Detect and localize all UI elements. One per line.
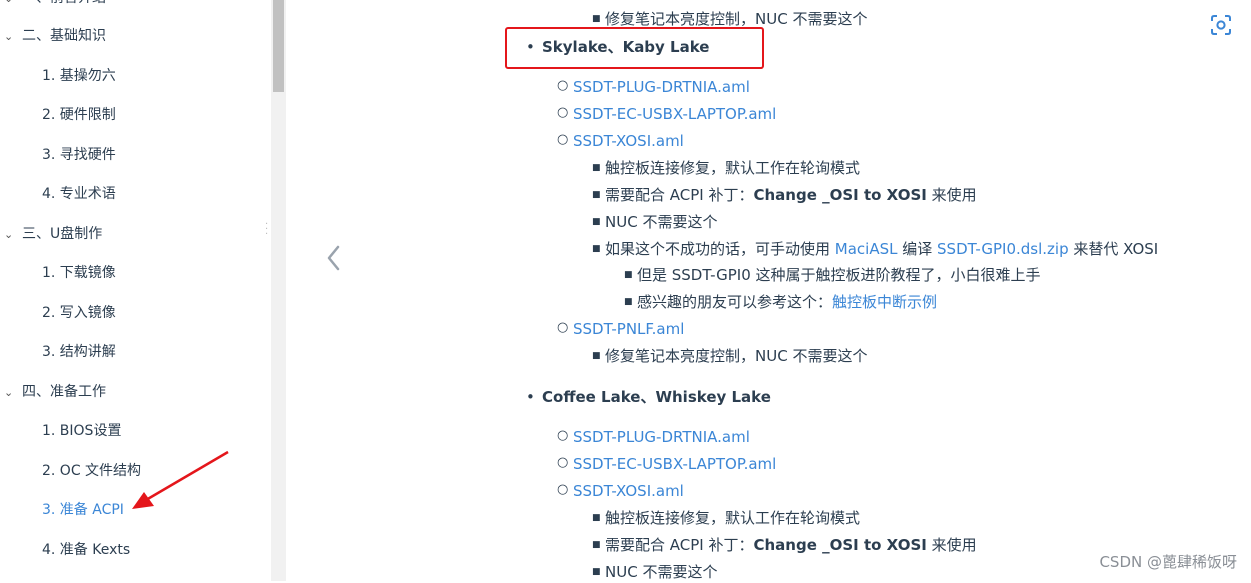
- list-item: ○ SSDT-XOSI.aml: [557, 132, 684, 150]
- list-item: ○ SSDT-XOSI.aml: [557, 482, 684, 500]
- section-heading-coffee-lake: • Coffee Lake、Whiskey Lake: [526, 388, 771, 406]
- sidebar-item-10[interactable]: ⌄ 四、准备工作: [0, 382, 271, 403]
- link-ssdt-ec-usbx[interactable]: SSDT-EC-USBX-LAPTOP.aml: [573, 105, 776, 123]
- list-item: ■ 感兴趣的朋友可以参考这个：触控板中断示例: [624, 293, 938, 311]
- link-ssdt-xosi-2[interactable]: SSDT-XOSI.aml: [573, 482, 684, 500]
- sidebar-item-1[interactable]: ⌄ 二、基础知识: [0, 26, 271, 47]
- list-item: ■ 触控板连接修复，默认工作在轮询模式: [592, 509, 861, 527]
- chevron-down-icon[interactable]: ⌄: [4, 383, 18, 403]
- list-item: ■ 但是 SSDT-GPI0 这种属于触控板进阶教程了，小白很难上手: [624, 266, 1041, 284]
- link-ssdt-xosi[interactable]: SSDT-XOSI.aml: [573, 132, 684, 150]
- sidebar-scrollbar-thumb[interactable]: [273, 0, 284, 92]
- sidebar-item-label: 1. 基操勿六: [42, 68, 116, 84]
- list-item: ■ NUC 不需要这个: [592, 563, 718, 581]
- list-item: ○ SSDT-EC-USBX-LAPTOP.aml: [557, 105, 777, 123]
- sidebar-item-label: 3. 寻找硬件: [42, 147, 116, 163]
- sidebar-item-label: 四、准备工作: [22, 384, 106, 400]
- link-maciasl[interactable]: MaciASL: [835, 240, 898, 258]
- sidebar-item-6[interactable]: ⌄ 三、U盘制作: [0, 224, 271, 245]
- sidebar-item-label: 4. 专业术语: [42, 186, 116, 202]
- sidebar-item-8[interactable]: 2. 写入镜像: [0, 303, 271, 323]
- focus-scan-icon: [1211, 15, 1231, 35]
- focus-scan-button[interactable]: [1210, 14, 1232, 36]
- link-ssdt-gpi0-zip[interactable]: SSDT-GPI0.dsl.zip: [937, 240, 1069, 258]
- sidebar-item-4[interactable]: 3. 寻找硬件: [0, 145, 271, 165]
- link-touchpad-interrupt-example[interactable]: 触控板中断示例: [832, 293, 937, 311]
- chevron-left-icon: [327, 245, 340, 271]
- sidebar-item-0[interactable]: ⌄ 一、前言介绍: [0, 0, 271, 9]
- annotation-arrow-icon: [132, 450, 229, 509]
- sidebar-item-3[interactable]: 2. 硬件限制: [0, 105, 271, 125]
- sidebar-item-7[interactable]: 1. 下载镜像: [0, 263, 271, 283]
- sidebar-item-label: 一、前言介绍: [22, 0, 106, 6]
- list-item: ○ SSDT-PNLF.aml: [557, 320, 685, 338]
- annotation-highlight-box: [505, 27, 764, 69]
- sidebar-item-label: 2. 硬件限制: [42, 107, 116, 123]
- list-item: ■ 需要配合 ACPI 补丁：Change _OSI to XOSI 来使用: [592, 186, 977, 204]
- link-ssdt-plug[interactable]: SSDT-PLUG-DRTNIA.aml: [573, 78, 750, 96]
- sidebar-item-label: 三、U盘制作: [22, 226, 103, 242]
- link-ssdt-pnlf[interactable]: SSDT-PNLF.aml: [573, 320, 684, 338]
- sidebar-item-label: 3. 准备 ACPI: [42, 502, 124, 518]
- sidebar-item-11[interactable]: 1. BIOS设置: [0, 421, 271, 441]
- list-item: ■ 触控板连接修复，默认工作在轮询模式: [592, 159, 861, 177]
- watermark: CSDN @蓖肆稀饭呀: [1099, 553, 1237, 571]
- list-item: ■ 如果这个不成功的话，可手动使用 MaciASL 编译 SSDT-GPI0.ds…: [592, 240, 1159, 258]
- list-item: ■ NUC 不需要这个: [592, 213, 718, 231]
- sidebar-resize-grip-icon[interactable]: · · ·: [265, 220, 268, 240]
- chevron-down-icon[interactable]: ⌄: [4, 0, 18, 9]
- link-ssdt-plug-2[interactable]: SSDT-PLUG-DRTNIA.aml: [573, 428, 750, 446]
- list-item: ○ SSDT-PLUG-DRTNIA.aml: [557, 428, 750, 446]
- link-ssdt-ec-usbx-2[interactable]: SSDT-EC-USBX-LAPTOP.aml: [573, 455, 776, 473]
- list-item: ■ 修复笔记本亮度控制，NUC 不需要这个: [592, 347, 868, 365]
- sidebar-item-2[interactable]: 1. 基操勿六: [0, 66, 271, 86]
- list-item: ■ 需要配合 ACPI 补丁：Change _OSI to XOSI 来使用: [592, 536, 977, 554]
- sidebar-item-label: 1. 下载镜像: [42, 265, 116, 281]
- sidebar-item-14[interactable]: 4. 准备 Kexts: [0, 540, 271, 560]
- sidebar-item-label: 2. 写入镜像: [42, 305, 116, 321]
- chevron-down-icon[interactable]: ⌄: [4, 27, 18, 47]
- list-item: ○ SSDT-PLUG-DRTNIA.aml: [557, 78, 750, 96]
- list-item: ○ SSDT-EC-USBX-LAPTOP.aml: [557, 455, 777, 473]
- prev-page-button[interactable]: [320, 238, 348, 278]
- sidebar-item-label: 3. 结构讲解: [42, 344, 116, 360]
- sidebar-item-9[interactable]: 3. 结构讲解: [0, 342, 271, 362]
- sidebar-item-label: 4. 准备 Kexts: [42, 542, 131, 558]
- chevron-down-icon[interactable]: ⌄: [4, 225, 18, 245]
- sidebar-item-5[interactable]: 4. 专业术语: [0, 184, 271, 204]
- sidebar-item-label: 1. BIOS设置: [42, 423, 122, 439]
- sidebar-item-label: 二、基础知识: [22, 28, 106, 44]
